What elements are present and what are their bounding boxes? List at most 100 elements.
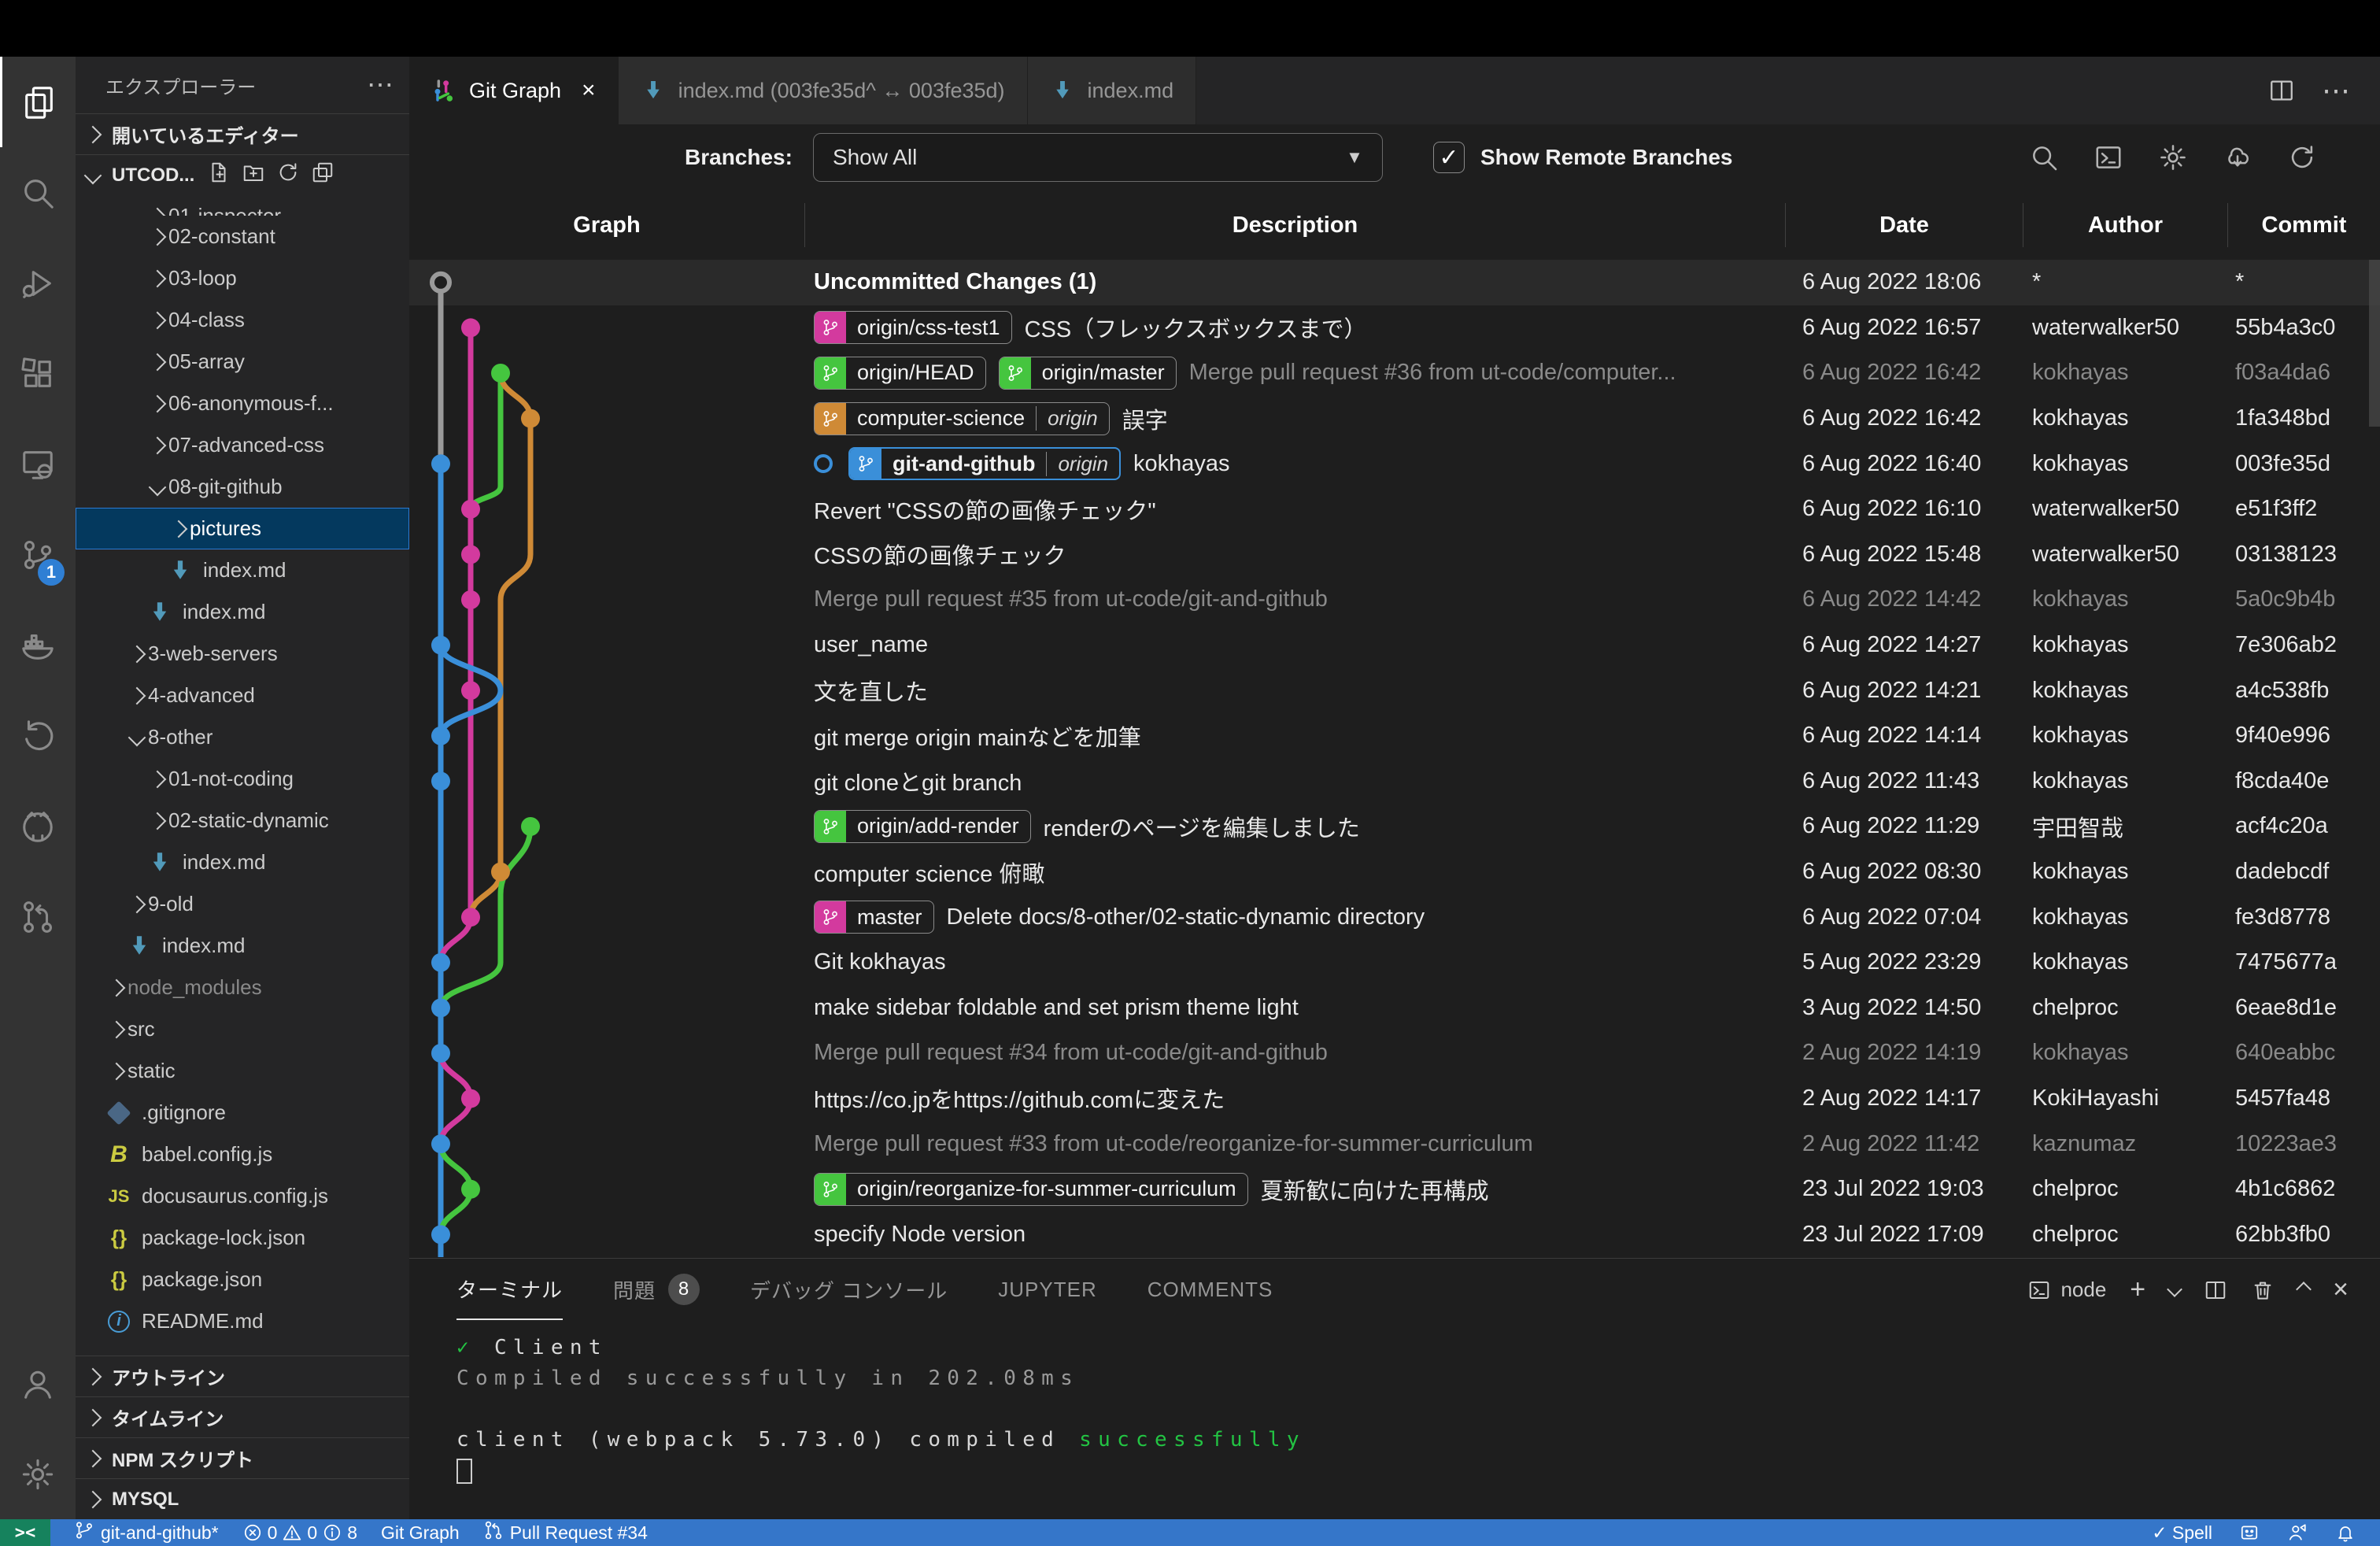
tab-index.md[interactable]: index.md xyxy=(1028,57,1197,124)
collapse-all-icon[interactable] xyxy=(311,161,334,190)
tree-item-07-advanced-css[interactable]: 07-advanced-css xyxy=(76,424,409,466)
shell-selector[interactable]: node xyxy=(2027,1278,2106,1302)
new-folder-icon[interactable] xyxy=(242,161,265,190)
search-icon[interactable] xyxy=(0,147,76,238)
history-icon[interactable] xyxy=(0,690,76,781)
new-terminal-icon[interactable]: + xyxy=(2130,1274,2145,1305)
tree-item-readme-md[interactable]: iREADME.md xyxy=(76,1300,409,1342)
branch-pill-origin-master[interactable]: origin/master xyxy=(999,357,1177,390)
tree-item-05-array[interactable]: 05-array xyxy=(76,341,409,383)
tree-item-babel-config-js[interactable]: Bbabel.config.js xyxy=(76,1134,409,1175)
tree-item-03-loop[interactable]: 03-loop xyxy=(76,257,409,299)
extension-status-icon[interactable] xyxy=(2239,1522,2260,1544)
tree-item-01-not-coding[interactable]: 01-not-coding xyxy=(76,758,409,800)
tree-item-08-git-github[interactable]: 08-git-github xyxy=(76,466,409,508)
gear-icon[interactable] xyxy=(2158,142,2188,172)
settings-icon[interactable] xyxy=(0,1429,76,1519)
branch-pill-origin-reorganize-for-summer-curriculum[interactable]: origin/reorganize-for-summer-curriculum xyxy=(814,1173,1248,1206)
close-icon[interactable]: × xyxy=(582,77,596,104)
tree-item-06-anonymous-f-[interactable]: 06-anonymous-f... xyxy=(76,383,409,424)
branches-dropdown[interactable]: Show All ▼ xyxy=(813,133,1383,182)
sidebar-section-アウトライン[interactable]: アウトライン xyxy=(76,1356,409,1396)
spell-check-status-item[interactable]: ✓ Spell xyxy=(2152,1522,2212,1544)
terminal-line: client (webpack 5.73.0) compiled success… xyxy=(456,1425,2380,1455)
pull-requests-icon[interactable] xyxy=(0,871,76,962)
close-panel-icon[interactable]: × xyxy=(2333,1274,2349,1305)
project-section-header[interactable]: UTCOD... xyxy=(76,154,409,195)
pull-request-status-item[interactable]: Pull Request #34 xyxy=(483,1520,648,1545)
tree-item-package-json[interactable]: {}package.json xyxy=(76,1259,409,1300)
tree-item-8-other[interactable]: 8-other xyxy=(76,716,409,758)
tree-item-3-web-servers[interactable]: 3-web-servers xyxy=(76,633,409,675)
extensions-icon[interactable] xyxy=(0,328,76,419)
tree-item-index-md[interactable]: index.md xyxy=(76,925,409,967)
panel-tab-COMMENTS[interactable]: COMMENTS xyxy=(1148,1259,1273,1320)
branch-pill-git-and-github[interactable]: git-and-githuborigin xyxy=(848,447,1121,480)
tree-item-01-inspector[interactable]: 01-inspector xyxy=(76,195,409,216)
split-editor-icon[interactable] xyxy=(2268,77,2295,104)
tree-item-static[interactable]: static xyxy=(76,1050,409,1092)
github-icon[interactable] xyxy=(0,781,76,871)
branch-status-item[interactable]: git-and-github* xyxy=(74,1520,219,1545)
account-icon[interactable] xyxy=(0,1338,76,1429)
tab-git[interactable]: Git Graph× xyxy=(409,57,619,124)
explorer-icon[interactable] xyxy=(0,57,76,147)
branch-pill-computer-science[interactable]: computer-scienceorigin xyxy=(814,402,1110,435)
remote-indicator[interactable]: >< xyxy=(0,1519,50,1546)
tree-item-02-constant[interactable]: 02-constant xyxy=(76,216,409,257)
tree-item-package-lock-json[interactable]: {}package-lock.json xyxy=(76,1217,409,1259)
run-debug-icon[interactable] xyxy=(0,238,76,328)
git-graph-status-item[interactable]: Git Graph xyxy=(381,1522,460,1544)
docker-icon[interactable] xyxy=(0,600,76,690)
sidebar-section-タイムライン[interactable]: タイムライン xyxy=(76,1396,409,1437)
tree-item-4-advanced[interactable]: 4-advanced xyxy=(76,675,409,716)
trash-icon[interactable] xyxy=(2251,1278,2275,1301)
split-terminal-icon[interactable] xyxy=(2204,1278,2227,1301)
refresh-icon[interactable] xyxy=(2287,142,2317,172)
tree-item-index-md[interactable]: index.md xyxy=(76,841,409,883)
sidebar-section-NPM スクリプト[interactable]: NPM スクリプト xyxy=(76,1437,409,1478)
remote-explorer-icon[interactable] xyxy=(0,419,76,509)
show-remote-branches-checkbox[interactable]: ✓ xyxy=(1433,142,1465,173)
feedback-icon[interactable] xyxy=(2287,1522,2308,1544)
tree-item-02-static-dynamic[interactable]: 02-static-dynamic xyxy=(76,800,409,841)
more-actions-icon[interactable]: ⋯ xyxy=(2322,74,2352,107)
sidebar-section-MYSQL[interactable]: MYSQL xyxy=(76,1478,409,1519)
commit-hash: 003fe35d xyxy=(2227,451,2380,477)
tree-item--gitignore[interactable]: .gitignore xyxy=(76,1092,409,1134)
branch-pill-origin-css-test1[interactable]: origin/css-test1 xyxy=(814,311,1012,344)
chevron-up-icon[interactable] xyxy=(2296,1282,2312,1297)
new-file-icon[interactable] xyxy=(207,161,231,190)
tree-item-9-old[interactable]: 9-old xyxy=(76,883,409,925)
chevron-down-icon[interactable] xyxy=(2167,1282,2182,1297)
branch-pill-origin-head[interactable]: origin/HEAD xyxy=(814,357,986,390)
tree-item-index-md[interactable]: index.md xyxy=(76,591,409,633)
search-icon[interactable] xyxy=(2029,142,2059,172)
tab-index.md[interactable]: index.md (003fe35d^ ↔ 003fe35d) xyxy=(619,57,1028,124)
commit-message: specify Node version xyxy=(814,1222,1026,1248)
md-icon xyxy=(1050,78,1075,103)
sidebar-more-icon[interactable]: ⋯ xyxy=(367,69,394,101)
notifications-bell-icon[interactable] xyxy=(2335,1522,2356,1544)
open-editors-section[interactable]: 開いているエディター xyxy=(76,113,409,154)
tree-item-pictures[interactable]: pictures xyxy=(76,508,409,549)
tree-item-src[interactable]: src xyxy=(76,1008,409,1050)
branch-pill-master[interactable]: master xyxy=(814,901,934,934)
cloud-download-icon[interactable] xyxy=(2223,142,2252,172)
tree-item-node-modules[interactable]: node_modules xyxy=(76,967,409,1008)
panel-tab-JUPYTER[interactable]: JUPYTER xyxy=(998,1259,1096,1320)
tree-item-index-md[interactable]: index.md xyxy=(76,549,409,591)
problems-status-item[interactable]: 008 xyxy=(242,1522,357,1544)
commit-date: 6 Aug 2022 14:42 xyxy=(1785,586,2023,612)
panel-tab-問題[interactable]: 問題8 xyxy=(613,1259,700,1320)
tree-item-docusaurus-config-js[interactable]: JSdocusaurus.config.js xyxy=(76,1175,409,1217)
source-control-icon[interactable]: 1 xyxy=(0,509,76,600)
terminal-icon[interactable] xyxy=(2094,142,2123,172)
tree-item-04-class[interactable]: 04-class xyxy=(76,299,409,341)
panel-tab-デバッグ コンソール[interactable]: デバッグ コンソール xyxy=(750,1259,948,1320)
panel-tab-ターミナル[interactable]: ターミナル xyxy=(456,1259,563,1320)
branch-pill-origin-add-render[interactable]: origin/add-render xyxy=(814,810,1031,843)
scrollbar-thumb[interactable] xyxy=(2369,260,2380,427)
refresh-small-icon[interactable] xyxy=(276,161,300,190)
terminal-output[interactable]: ✓ ClientCompiled successfully in 202.08m… xyxy=(409,1320,2380,1486)
